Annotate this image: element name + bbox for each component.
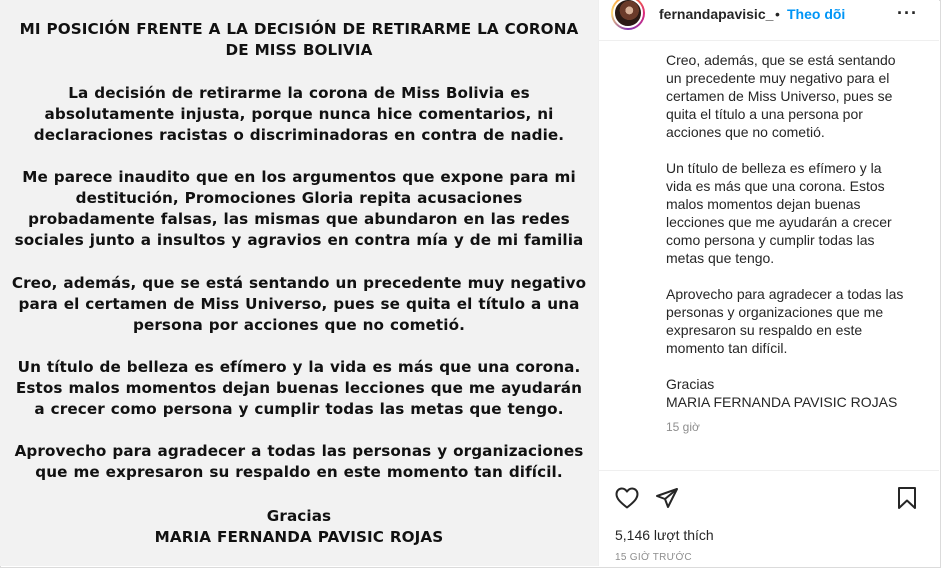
- statement-paragraph: Creo, además, que se está sentando un pr…: [11, 274, 587, 334]
- caption-time[interactable]: 15 giờ: [666, 420, 700, 434]
- divider: [599, 470, 939, 471]
- caption-paragraph: Un título de belleza es efímero y la vid…: [666, 160, 892, 266]
- caption-paragraph: Creo, además, que se está sentando un pr…: [666, 52, 896, 140]
- statement-paragraph: Me parece inaudito que en los argumentos…: [14, 168, 584, 249]
- caption: Creo, además, que se está sentando un pr…: [666, 51, 911, 411]
- share-icon[interactable]: [655, 487, 679, 514]
- caption-thanks: Gracias: [666, 376, 715, 392]
- caption-paragraph: Aprovecho para agradecer a todas las per…: [666, 286, 904, 356]
- statement-paragraph: La decisión de retirarme la corona de Mi…: [33, 84, 565, 144]
- post-side-panel: fernandapavisic_ • Theo dõi ··· Creo, ad…: [599, 0, 939, 566]
- statement-title: MI POSICIÓN FRENTE A LA DECISIÓN DE RETI…: [19, 20, 579, 59]
- story-ring[interactable]: [611, 0, 645, 30]
- follow-button[interactable]: Theo dõi: [787, 6, 845, 22]
- bookmark-icon[interactable]: [896, 486, 918, 515]
- likes-count[interactable]: 5,146 lượt thích: [615, 527, 714, 543]
- post-image: MI POSICIÓN FRENTE A LA DECISIÓN DE RETI…: [0, 0, 599, 566]
- header-separator: •: [775, 6, 780, 22]
- post-header: fernandapavisic_ • Theo dõi ···: [599, 0, 939, 30]
- statement-paragraph: Aprovecho para agradecer a todas las per…: [14, 442, 584, 481]
- divider: [599, 40, 939, 41]
- avatar[interactable]: [613, 0, 643, 28]
- heart-icon[interactable]: [615, 487, 639, 514]
- statement-signature: MARIA FERNANDA PAVISIC ROJAS: [154, 528, 444, 546]
- more-icon[interactable]: ···: [897, 3, 918, 24]
- statement-paragraph: Un título de belleza es efímero y la vid…: [15, 358, 583, 418]
- post-timestamp[interactable]: 15 GIỜ TRƯỚC: [615, 552, 692, 563]
- statement-thanks: Gracias: [266, 507, 332, 525]
- username-link[interactable]: fernandapavisic_: [659, 6, 773, 22]
- caption-signature: MARIA FERNANDA PAVISIC ROJAS: [666, 394, 898, 410]
